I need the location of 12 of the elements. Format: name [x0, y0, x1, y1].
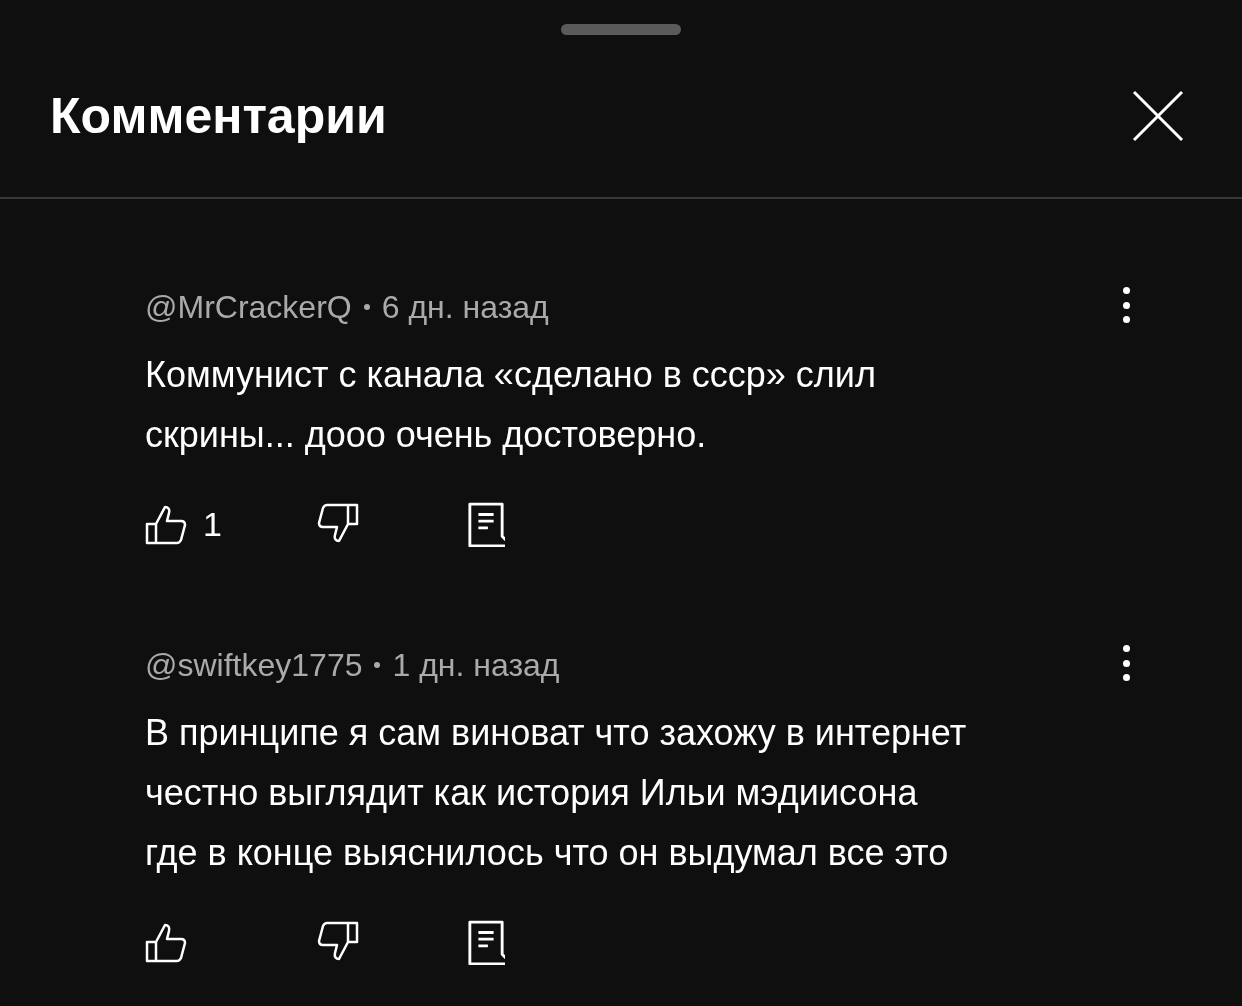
reply-icon[interactable] — [467, 501, 505, 547]
comment-text: Коммунист с канала «сделано в ссср» слил скрины... дооо очень достоверно. — [145, 353, 877, 457]
close-button[interactable] — [1130, 88, 1186, 144]
comment-author[interactable]: @MrCrackerQ — [145, 283, 352, 331]
panel-title: Комментарии — [50, 86, 387, 146]
comment-time: 1 дн. назад — [392, 646, 560, 685]
like-count: 1 — [203, 503, 222, 545]
reply-icon[interactable] — [467, 919, 505, 965]
drag-handle[interactable] — [561, 24, 681, 35]
comment-time: 6 дн. назад — [381, 288, 549, 327]
comment-text: В принципе я сам виноват что захожу в интернет честно выглядит как история Ильи мэдиисона где в конце выяснилось что он выдумал все это — [145, 711, 968, 875]
comment-author[interactable]: @swiftkey1775 — [145, 641, 363, 689]
